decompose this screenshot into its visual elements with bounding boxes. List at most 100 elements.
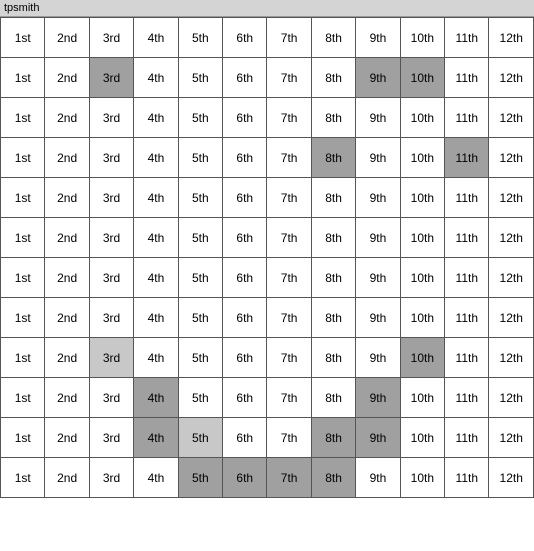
table-row: 1st2nd3rd4th5th6th7th8th9th10th11th12th [1, 58, 534, 98]
table-cell: 6th [223, 338, 267, 378]
table-cell: 1st [1, 338, 45, 378]
table-cell: 9th [356, 258, 400, 298]
table-cell: 3rd [89, 298, 133, 338]
table-cell: 7th [267, 138, 311, 178]
table-cell: 12th [489, 378, 534, 418]
table-cell: 5th [178, 178, 222, 218]
table-cell: 2nd [45, 298, 89, 338]
table-cell: 8th [311, 258, 355, 298]
table-cell: 2nd [45, 378, 89, 418]
table-cell: 7th [267, 58, 311, 98]
table-cell: 9th [356, 298, 400, 338]
table-cell: 7th [267, 258, 311, 298]
table-cell: 7th [267, 338, 311, 378]
app-title: tpsmith [4, 2, 39, 14]
table-cell: 7th [267, 298, 311, 338]
table-cell: 7th [267, 378, 311, 418]
table-cell: 7th [267, 458, 311, 498]
table-cell: 10th [400, 178, 444, 218]
table-cell: 1st [1, 98, 45, 138]
table-cell: 10th [400, 418, 444, 458]
table-cell: 8th [311, 98, 355, 138]
table-cell: 11th [445, 458, 489, 498]
table-cell: 2nd [45, 18, 89, 58]
table-cell: 4th [134, 58, 178, 98]
table-cell: 5th [178, 298, 222, 338]
table-cell: 4th [134, 218, 178, 258]
table-cell: 11th [445, 258, 489, 298]
table-cell: 4th [134, 258, 178, 298]
table-cell: 12th [489, 338, 534, 378]
table-cell: 11th [445, 98, 489, 138]
table-cell: 3rd [89, 138, 133, 178]
table-cell: 2nd [45, 58, 89, 98]
table-cell: 6th [223, 138, 267, 178]
table-cell: 7th [267, 218, 311, 258]
table-cell: 11th [445, 298, 489, 338]
table-cell: 11th [445, 338, 489, 378]
table-cell: 3rd [89, 58, 133, 98]
table-cell: 1st [1, 18, 45, 58]
table-cell: 3rd [89, 418, 133, 458]
table-cell: 4th [134, 338, 178, 378]
table-cell: 6th [223, 98, 267, 138]
table-cell: 9th [356, 338, 400, 378]
table-cell: 9th [356, 58, 400, 98]
table-row: 1st2nd3rd4th5th6th7th8th9th10th11th12th [1, 418, 534, 458]
table-cell: 12th [489, 458, 534, 498]
table-cell: 10th [400, 98, 444, 138]
table-cell: 8th [311, 218, 355, 258]
table-cell: 12th [489, 58, 534, 98]
table-cell: 9th [356, 138, 400, 178]
table-cell: 10th [400, 378, 444, 418]
table-cell: 11th [445, 218, 489, 258]
table-row: 1st2nd3rd4th5th6th7th8th9th10th11th12th [1, 218, 534, 258]
table-cell: 7th [267, 178, 311, 218]
table-cell: 6th [223, 418, 267, 458]
table-cell: 9th [356, 378, 400, 418]
table-cell: 8th [311, 298, 355, 338]
table-cell: 6th [223, 58, 267, 98]
table-cell: 1st [1, 178, 45, 218]
table-cell: 6th [223, 458, 267, 498]
table-cell: 4th [134, 98, 178, 138]
table-cell: 10th [400, 298, 444, 338]
table-cell: 2nd [45, 178, 89, 218]
table-cell: 11th [445, 418, 489, 458]
table-cell: 1st [1, 298, 45, 338]
table-row: 1st2nd3rd4th5th6th7th8th9th10th11th12th [1, 98, 534, 138]
table-cell: 9th [356, 178, 400, 218]
table-row: 1st2nd3rd4th5th6th7th8th9th10th11th12th [1, 458, 534, 498]
grid-container: 1st2nd3rd4th5th6th7th8th9th10th11th12th1… [0, 17, 534, 551]
table-cell: 11th [445, 178, 489, 218]
table-cell: 5th [178, 258, 222, 298]
table-cell: 10th [400, 18, 444, 58]
table-cell: 12th [489, 418, 534, 458]
table-cell: 12th [489, 18, 534, 58]
table-cell: 12th [489, 258, 534, 298]
table-row: 1st2nd3rd4th5th6th7th8th9th10th11th12th [1, 338, 534, 378]
title-bar: tpsmith [0, 0, 534, 17]
table-row: 1st2nd3rd4th5th6th7th8th9th10th11th12th [1, 178, 534, 218]
table-cell: 6th [223, 378, 267, 418]
table-cell: 1st [1, 378, 45, 418]
table-cell: 11th [445, 138, 489, 178]
table-cell: 1st [1, 138, 45, 178]
table-cell: 6th [223, 178, 267, 218]
table-cell: 6th [223, 218, 267, 258]
table-cell: 6th [223, 298, 267, 338]
table-cell: 12th [489, 98, 534, 138]
table-cell: 7th [267, 18, 311, 58]
table-cell: 6th [223, 258, 267, 298]
table-cell: 9th [356, 458, 400, 498]
table-cell: 12th [489, 298, 534, 338]
table-cell: 12th [489, 138, 534, 178]
table-row: 1st2nd3rd4th5th6th7th8th9th10th11th12th [1, 138, 534, 178]
table-cell: 4th [134, 138, 178, 178]
table-cell: 3rd [89, 258, 133, 298]
table-cell: 2nd [45, 418, 89, 458]
table-cell: 11th [445, 18, 489, 58]
table-cell: 10th [400, 258, 444, 298]
table-cell: 8th [311, 58, 355, 98]
table-cell: 8th [311, 178, 355, 218]
